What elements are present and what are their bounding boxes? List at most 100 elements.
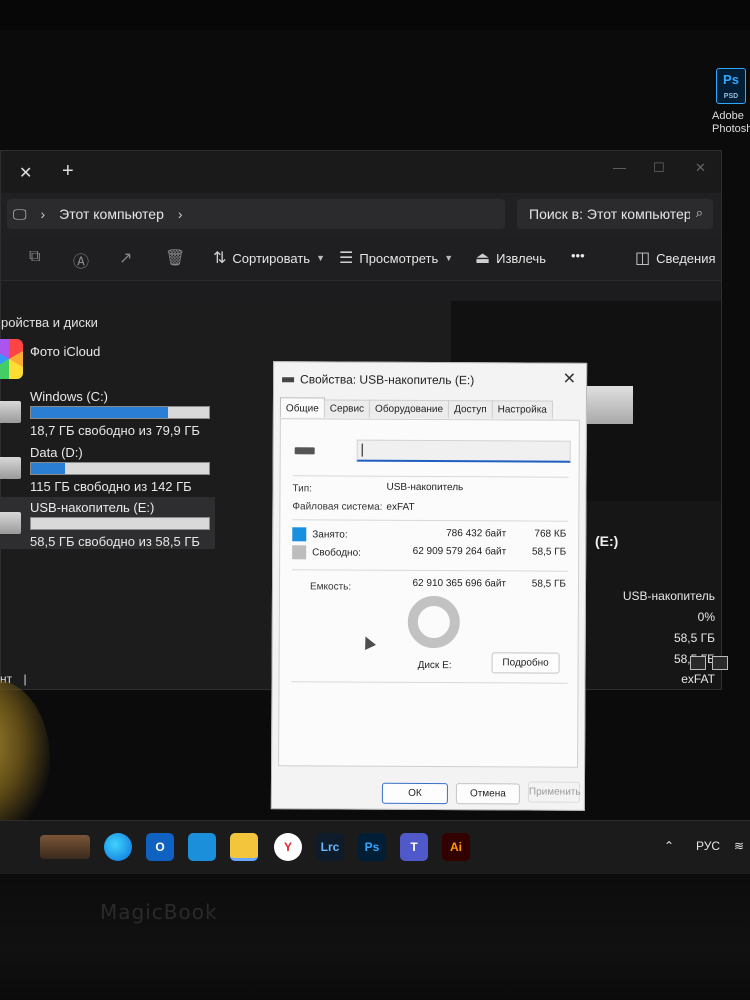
yandex-icon[interactable]: Y <box>274 833 302 861</box>
filesystem-value: exFAT <box>386 501 415 513</box>
apply-button[interactable]: Применить <box>527 781 581 803</box>
outlook-icon[interactable]: O <box>146 833 174 861</box>
separator <box>292 475 569 478</box>
eject-button[interactable]: ⏏ Извлечь <box>475 248 546 268</box>
copy-icon[interactable]: ⧉ <box>29 248 40 266</box>
drive-free-text: 18,7 ГБ свободно из 79,9 ГБ <box>30 423 200 438</box>
details-pane-button[interactable]: ◫ Сведения <box>635 248 716 268</box>
teams-icon[interactable]: T <box>400 833 428 861</box>
properties-dialog: Свойства: USB-накопитель (E:) ✕ Общие Се… <box>270 361 588 811</box>
details-view-icon[interactable] <box>690 656 706 670</box>
illustrator-icon[interactable]: Ai <box>442 833 470 861</box>
monitor-icon[interactable] <box>188 833 216 861</box>
sort-label: Сортировать <box>232 250 311 266</box>
cancel-button[interactable]: Отмена <box>455 783 520 805</box>
drive-usage-bar <box>30 517 210 530</box>
weather-widget[interactable] <box>40 835 90 859</box>
edge-icon[interactable] <box>104 833 132 861</box>
free-label: Свободно: <box>312 547 361 559</box>
view-label: Просмотреть <box>359 250 439 266</box>
wifi-icon[interactable]: ≋ <box>734 839 744 853</box>
disk-label: Диск E: <box>417 659 452 672</box>
volume-name-input[interactable] <box>356 439 571 463</box>
icloud-photos-icon[interactable] <box>0 339 23 379</box>
usb-drive-icon <box>294 447 315 455</box>
used-bytes: 786 432 байт <box>446 528 507 540</box>
search-box[interactable]: Поиск в: Этот компьютер ⌕ <box>517 199 713 229</box>
free-bytes: 62 909 579 264 байт <box>412 545 507 558</box>
minimize-icon[interactable]: — <box>613 160 626 175</box>
desktop-psd-file[interactable]: Ps PSD Adobe Photosho <box>706 68 750 136</box>
close-tab-icon[interactable]: ✕ <box>19 163 32 183</box>
delete-icon[interactable]: 🗑 <box>165 248 185 268</box>
details-label: Сведения <box>656 250 716 266</box>
tab-tools[interactable]: Сервис <box>323 399 371 418</box>
sort-icon: ⇅ <box>213 250 227 267</box>
rename-icon[interactable]: Ⓐ <box>73 248 89 272</box>
sort-button[interactable]: ⇅ Сортировать ▼ <box>213 248 325 268</box>
separator <box>292 519 569 522</box>
new-tab-icon[interactable]: + <box>62 160 74 183</box>
icloud-photos-label[interactable]: Фото iCloud <box>30 344 100 359</box>
drive-item-c[interactable]: Windows (C:) 18,7 ГБ свободно из 79,9 ГБ <box>0 389 215 438</box>
laptop-bezel <box>0 875 750 1000</box>
details-drive-letter: (E:) <box>595 533 619 549</box>
drive-item-d[interactable]: Data (D:) 115 ГБ свободно из 142 ГБ <box>0 445 215 494</box>
tab-general[interactable]: Общие <box>279 397 325 418</box>
drive-free-text: 58,5 ГБ свободно из 58,5 ГБ <box>30 534 200 549</box>
used-space-swatch <box>292 527 307 542</box>
view-icon: ☰ <box>339 250 354 267</box>
lightroom-classic-icon[interactable]: Lrc <box>316 833 344 861</box>
details-pane-icon: ◫ <box>635 250 651 267</box>
explorer-titlebar: ✕ + — ☐ ✕ <box>1 151 721 193</box>
drive-name: Windows (C:) <box>30 389 109 404</box>
tab-hardware[interactable]: Оборудование <box>369 399 450 419</box>
capacity-short: 58,5 ГБ <box>531 578 567 590</box>
tab-sharing[interactable]: Доступ <box>448 400 493 419</box>
dialog-tabs: Общие Сервис Оборудование Доступ Настрой… <box>279 397 553 419</box>
dialog-title-text: Свойства: USB-накопитель (E:) <box>300 372 475 388</box>
drive-item-e[interactable]: USB-накопитель (E:) 58,5 ГБ свободно из … <box>0 497 215 549</box>
drive-name: USB-накопитель (E:) <box>30 500 155 515</box>
ps-badge: Ps <box>723 72 739 87</box>
maximize-icon[interactable]: ☐ <box>653 160 665 176</box>
search-input[interactable]: Поиск в: Этот компьютер <box>529 206 692 222</box>
photoshop-icon[interactable]: Ps <box>358 833 386 861</box>
disk-usage-donut <box>407 595 460 649</box>
ok-button[interactable]: ОК <box>381 782 448 805</box>
capacity-label: Емкость: <box>309 581 352 593</box>
disk-cleanup-details-button[interactable]: Подробно <box>491 652 560 674</box>
file-explorer-icon[interactable] <box>230 833 258 861</box>
input-language[interactable]: РУС <box>696 839 720 853</box>
more-options-button[interactable]: ••• <box>571 248 585 263</box>
view-button[interactable]: ☰ Просмотреть ▼ <box>339 248 453 268</box>
more-options-icon: ••• <box>571 248 585 263</box>
drive-usage-bar <box>30 462 210 475</box>
address-bar[interactable]: 🖵 › Этот компьютер › <box>7 199 505 229</box>
breadcrumb-this-pc[interactable]: Этот компьютер <box>59 206 164 222</box>
devices-section-title: ройства и диски <box>1 315 98 330</box>
details-file-system: exFAT <box>681 672 715 686</box>
chevron-up-icon[interactable]: ⌃ <box>664 839 674 853</box>
free-short: 58,5 ГБ <box>531 546 567 558</box>
ambient-reflection <box>0 680 50 840</box>
tiles-view-icon[interactable] <box>712 656 728 670</box>
close-window-icon[interactable]: ✕ <box>695 160 706 176</box>
text-cursor: | <box>23 672 27 686</box>
computer-icon: 🖵 <box>13 205 27 222</box>
chevron-down-icon: ▼ <box>316 253 325 263</box>
separator <box>291 681 568 684</box>
tab-customize[interactable]: Настройка <box>491 400 553 419</box>
dialog-title: Свойства: USB-накопитель (E:) <box>282 372 474 387</box>
breadcrumb-chevron-icon[interactable]: › <box>178 206 183 222</box>
drive-icon <box>0 457 21 479</box>
view-mode-toggles <box>690 656 744 670</box>
taskbar: O Y Lrc Ps T Ai ⌃ РУС ≋ <box>0 820 750 874</box>
details-type-value: USB-накопитель <box>622 589 715 603</box>
search-icon: ⌕ <box>689 205 703 221</box>
details-free-space: 58,5 ГБ <box>673 631 715 645</box>
psd-ext-label: PSD <box>723 93 739 100</box>
eject-label: Извлечь <box>496 250 546 266</box>
close-icon[interactable]: ✕ <box>563 369 577 389</box>
share-icon[interactable]: ↗ <box>119 248 132 268</box>
